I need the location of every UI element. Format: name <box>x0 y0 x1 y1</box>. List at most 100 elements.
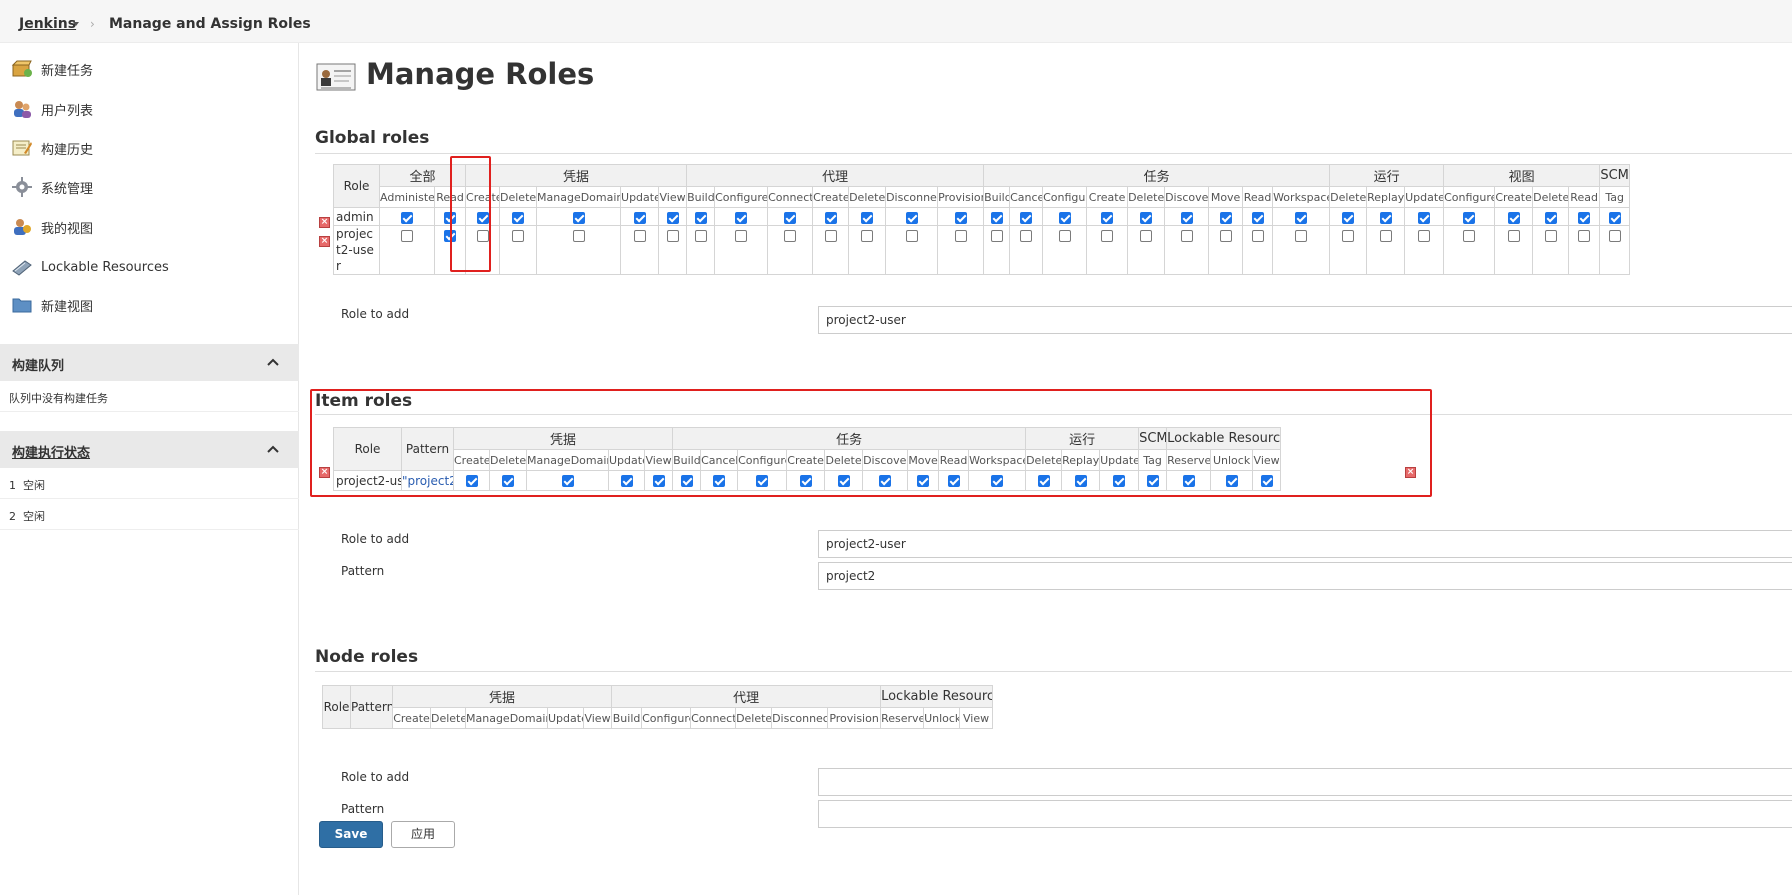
permission-checkbox[interactable] <box>1418 229 1431 242</box>
permission-checkbox[interactable] <box>861 229 874 242</box>
role-pattern[interactable]: "project2" <box>401 470 454 491</box>
delete-role-icon[interactable]: × <box>319 467 330 478</box>
permission-checkbox-checked[interactable] <box>1342 211 1355 224</box>
permission-checkbox-checked[interactable] <box>1058 211 1071 224</box>
permission-checkbox-checked[interactable] <box>680 474 693 487</box>
jenkins-home-link[interactable]: Jenkins <box>19 16 76 32</box>
permission-checkbox-checked[interactable] <box>947 474 960 487</box>
permission-checkbox-checked[interactable] <box>1113 474 1126 487</box>
sidebar-item-new-item[interactable]: 新建任务 <box>10 55 93 83</box>
permission-checkbox[interactable] <box>694 229 707 242</box>
permission-checkbox[interactable] <box>1180 229 1193 242</box>
permission-checkbox[interactable] <box>1140 229 1153 242</box>
global-role-to-add-input[interactable] <box>818 306 1792 334</box>
permission-checkbox-checked[interactable] <box>917 474 930 487</box>
permission-checkbox[interactable] <box>572 229 585 242</box>
permission-checkbox-checked[interactable] <box>990 211 1003 224</box>
delete-role-icon[interactable]: × <box>1405 467 1416 478</box>
permission-checkbox-checked[interactable] <box>1140 211 1153 224</box>
permission-checkbox[interactable] <box>784 229 797 242</box>
item-pattern-input[interactable] <box>818 562 1792 590</box>
permission-checkbox-checked[interactable] <box>713 474 726 487</box>
permission-checkbox-checked[interactable] <box>1507 211 1520 224</box>
node-pattern-input[interactable] <box>818 800 1792 828</box>
sidebar-item-manage-jenkins[interactable]: 系统管理 <box>10 173 93 201</box>
permission-checkbox-checked[interactable] <box>1180 211 1193 224</box>
permission-checkbox-checked[interactable] <box>502 474 514 487</box>
permission-checkbox-checked[interactable] <box>652 474 665 487</box>
sidebar-item-my-views[interactable]: 我的视图 <box>10 213 93 241</box>
permission-checkbox-checked[interactable] <box>633 211 646 224</box>
apply-button[interactable]: 应用 <box>391 821 455 848</box>
sidebar-item-lockable-resources[interactable]: Lockable Resources <box>10 253 169 281</box>
sidebar-item-new-view[interactable]: 新建视图 <box>10 291 93 319</box>
permission-checkbox-checked[interactable] <box>1295 211 1308 224</box>
permission-checkbox-checked[interactable] <box>861 211 874 224</box>
permission-checkbox-checked[interactable] <box>1020 211 1033 224</box>
permission-checkbox[interactable] <box>1101 229 1114 242</box>
permission-checkbox-checked[interactable] <box>837 474 850 487</box>
permission-checkbox[interactable] <box>1251 229 1264 242</box>
permission-checkbox-checked[interactable] <box>561 474 574 487</box>
permission-checkbox[interactable] <box>1219 229 1232 242</box>
permission-checkbox-checked[interactable] <box>1418 211 1431 224</box>
permission-checkbox-checked[interactable] <box>401 211 413 224</box>
permission-checkbox[interactable] <box>824 229 837 242</box>
permission-checkbox-checked[interactable] <box>905 211 918 224</box>
permission-checkbox-checked[interactable] <box>1608 211 1621 224</box>
permission-checkbox-checked[interactable] <box>784 211 797 224</box>
executor-status-title[interactable]: 构建执行状态 <box>12 442 90 461</box>
permission-checkbox-checked[interactable] <box>1463 211 1476 224</box>
delete-role-icon[interactable]: × <box>319 217 330 228</box>
permission-checkbox-checked[interactable] <box>799 474 812 487</box>
permission-checkbox[interactable] <box>666 229 679 242</box>
sidebar-item-people[interactable]: 用户列表 <box>10 95 93 123</box>
permission-checkbox[interactable] <box>1058 229 1071 242</box>
permission-checkbox-checked[interactable] <box>512 211 525 224</box>
permission-checkbox-checked[interactable] <box>991 474 1004 487</box>
permission-checkbox[interactable] <box>1020 229 1033 242</box>
permission-checkbox-checked[interactable] <box>756 474 769 487</box>
permission-checkbox-checked[interactable] <box>1074 474 1087 487</box>
save-button[interactable]: Save <box>319 821 383 848</box>
permission-checkbox[interactable] <box>1507 229 1520 242</box>
chevron-down-icon[interactable] <box>73 22 79 26</box>
permission-checkbox-checked[interactable] <box>666 211 679 224</box>
permission-checkbox[interactable] <box>1608 229 1621 242</box>
chevron-up-icon[interactable] <box>267 355 279 370</box>
permission-checkbox-checked[interactable] <box>1578 211 1591 224</box>
executor-status-header[interactable]: 构建执行状态 <box>0 431 299 468</box>
build-queue-header[interactable]: 构建队列 <box>0 344 299 381</box>
permission-checkbox-checked[interactable] <box>444 211 456 224</box>
permission-checkbox[interactable] <box>905 229 918 242</box>
breadcrumb-current[interactable]: Manage and Assign Roles <box>109 16 311 32</box>
permission-checkbox-checked[interactable] <box>879 474 892 487</box>
permission-checkbox[interactable] <box>401 229 413 242</box>
permission-checkbox-checked[interactable] <box>1544 211 1557 224</box>
permission-checkbox-checked[interactable] <box>1219 211 1232 224</box>
item-role-to-add-input[interactable] <box>818 530 1792 558</box>
permission-checkbox[interactable] <box>512 229 525 242</box>
permission-checkbox-checked[interactable] <box>476 211 489 224</box>
permission-checkbox[interactable] <box>1342 229 1355 242</box>
permission-checkbox-checked[interactable] <box>1182 474 1195 487</box>
permission-checkbox[interactable] <box>1578 229 1591 242</box>
permission-checkbox[interactable] <box>476 229 489 242</box>
permission-checkbox-checked[interactable] <box>1260 474 1273 487</box>
permission-checkbox-checked[interactable] <box>954 211 967 224</box>
permission-checkbox[interactable] <box>1463 229 1476 242</box>
permission-checkbox[interactable] <box>1544 229 1557 242</box>
delete-role-icon[interactable]: × <box>319 236 330 247</box>
sidebar-item-build-history[interactable]: 构建历史 <box>10 134 93 162</box>
permission-checkbox[interactable] <box>954 229 967 242</box>
permission-checkbox-checked[interactable] <box>465 474 478 487</box>
permission-checkbox[interactable] <box>633 229 646 242</box>
node-role-to-add-input[interactable] <box>818 768 1792 796</box>
permission-checkbox-checked[interactable] <box>1251 211 1264 224</box>
permission-checkbox-checked[interactable] <box>444 229 456 242</box>
permission-checkbox-checked[interactable] <box>1379 211 1392 224</box>
permission-checkbox-checked[interactable] <box>694 211 707 224</box>
permission-checkbox-checked[interactable] <box>1225 474 1238 487</box>
permission-checkbox[interactable] <box>735 229 748 242</box>
permission-checkbox[interactable] <box>1379 229 1392 242</box>
